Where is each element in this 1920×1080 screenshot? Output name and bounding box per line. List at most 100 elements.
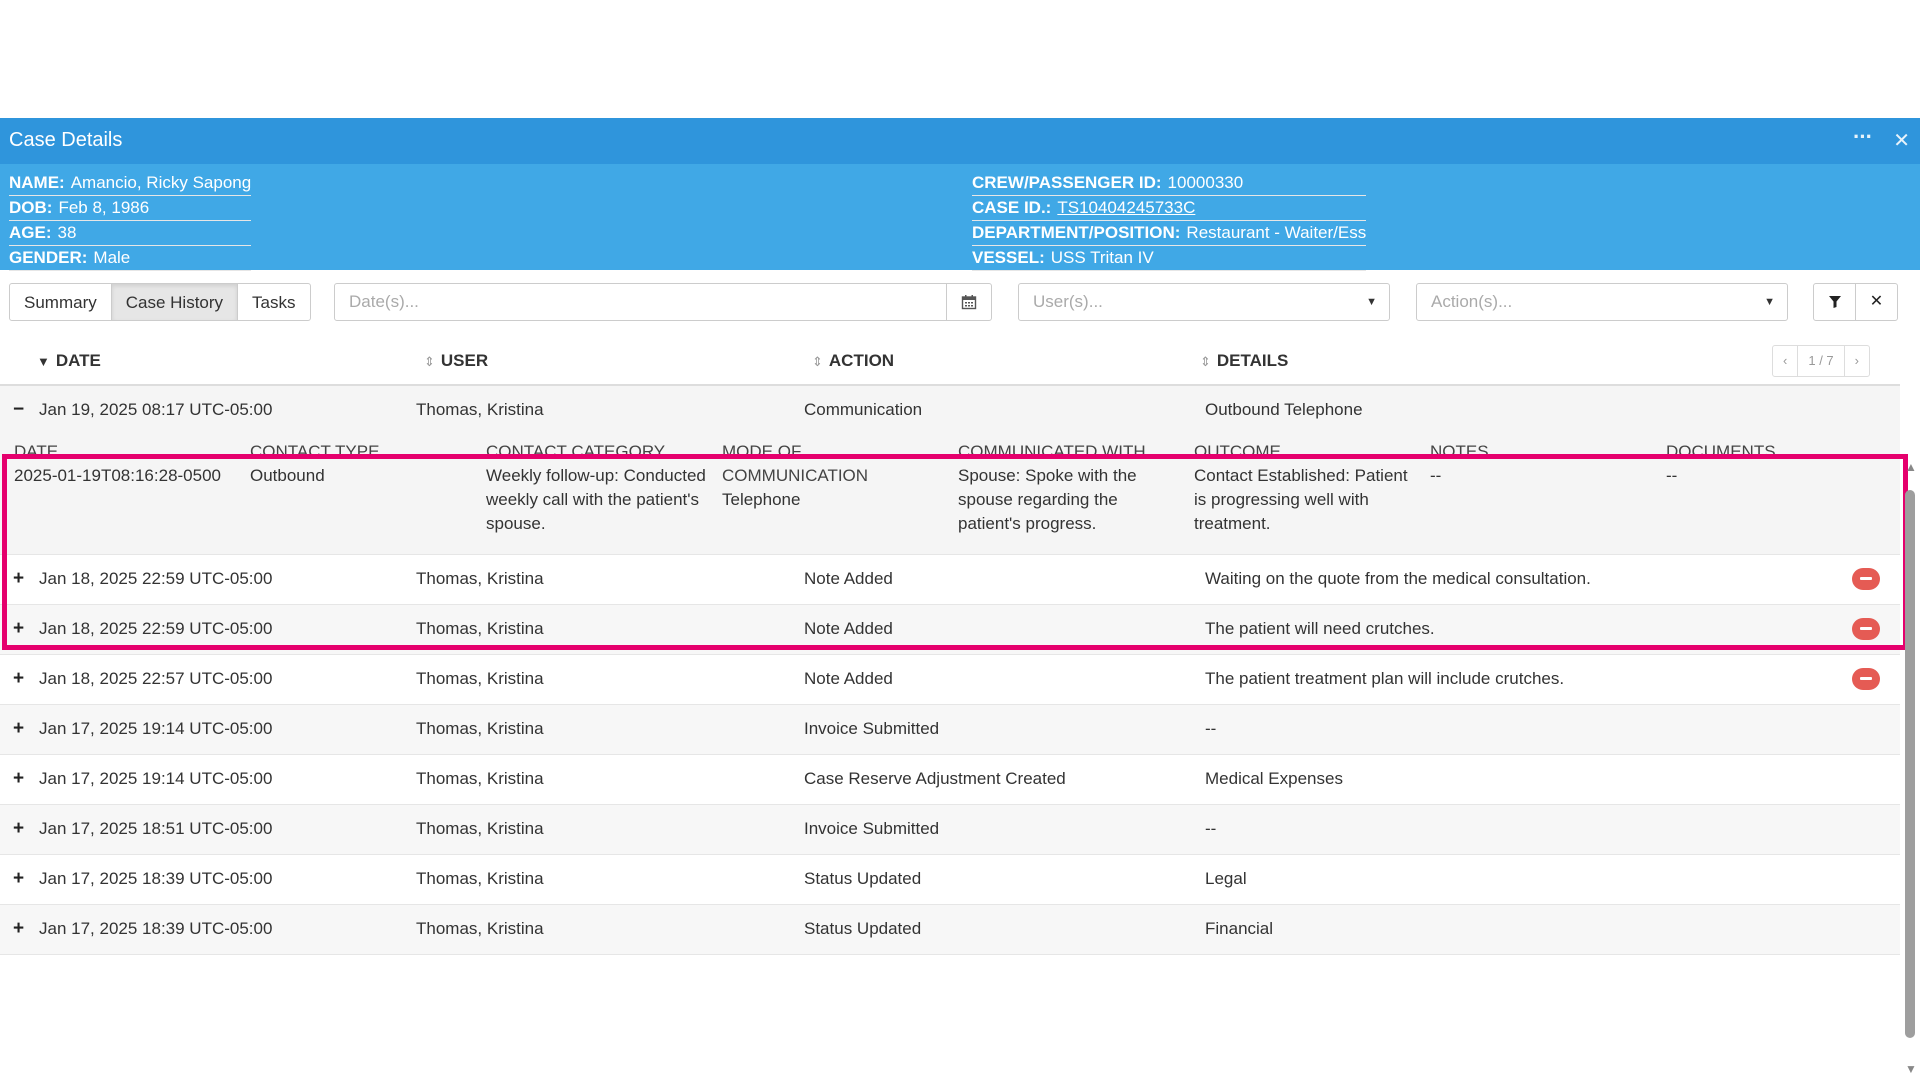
user-filter-placeholder: User(s)...	[1033, 292, 1103, 311]
vessel: USS Tritan IV	[1050, 248, 1154, 267]
row-user: Thomas, Kristina	[416, 719, 544, 738]
row-user: Thomas, Kristina	[416, 869, 544, 888]
sort-desc-icon: ▼	[37, 354, 50, 369]
patient-age: 38	[57, 223, 77, 242]
patient-info-left: NAME: Amancio, Ricky Sapong DOB: Feb 8, 19…	[9, 171, 252, 271]
row-date: Jan 17, 2025 18:51 UTC-05:00	[39, 819, 273, 838]
calendar-icon[interactable]	[946, 284, 991, 320]
detail-label: DATE	[14, 442, 59, 461]
gender-label: GENDER:	[9, 248, 88, 267]
pagination: ‹ 1 / 7 ›	[1772, 345, 1870, 377]
filter-button[interactable]	[1813, 283, 1856, 321]
user-header-label: USER	[440, 351, 489, 370]
tab-bar: Summary Case History Tasks	[9, 283, 311, 321]
crew-id: 10000330	[1167, 173, 1244, 192]
detail-field: NOTES --	[1430, 440, 1650, 488]
table-row[interactable]: + Jan 17, 2025 18:39 UTC-05:00 Thomas, Kri…	[0, 855, 1900, 905]
detail-label: MODE OF COMMUNICATION	[722, 442, 869, 485]
more-icon[interactable]: ···	[1853, 124, 1873, 150]
table-row[interactable]: + Jan 17, 2025 19:14 UTC-05:00 Thomas, Kri…	[0, 755, 1900, 805]
clear-filters-button[interactable]: ✕	[1855, 283, 1898, 321]
detail-label: DOCUMENTS	[1666, 442, 1776, 461]
action-filter-select[interactable]: Action(s)... ▼	[1416, 283, 1788, 321]
tab-tasks[interactable]: Tasks	[237, 283, 311, 321]
remove-note-button[interactable]	[1852, 568, 1880, 590]
row-details: Medical Expenses	[1205, 769, 1343, 788]
details-column-header[interactable]: ⇕ DETAILS	[1200, 351, 1288, 371]
window-title: Case Details	[9, 129, 123, 151]
tab-case-history[interactable]: Case History	[110, 283, 239, 321]
crew-id-label: CREW/PASSENGER ID:	[972, 173, 1162, 192]
table-row[interactable]: + Jan 17, 2025 18:39 UTC-05:00 Thomas, Kri…	[0, 905, 1900, 955]
table-row[interactable]: + Jan 18, 2025 22:59 UTC-05:00 Thomas, Kri…	[0, 555, 1900, 605]
detail-value: Telephone	[722, 490, 801, 509]
next-page-button[interactable]: ›	[1843, 346, 1869, 376]
scrollbar-thumb[interactable]	[1905, 490, 1915, 1038]
expand-icon[interactable]: +	[13, 568, 24, 590]
collapse-icon[interactable]: −	[13, 399, 24, 421]
detail-label: CONTACT TYPE	[250, 442, 380, 461]
remove-note-button[interactable]	[1852, 668, 1880, 690]
close-icon[interactable]: ✕	[1893, 128, 1910, 153]
row-user: Thomas, Kristina	[416, 819, 544, 838]
tab-summary[interactable]: Summary	[9, 283, 112, 321]
date-filter-input[interactable]: Date(s)...	[334, 283, 992, 321]
scroll-up-icon[interactable]: ▲	[1905, 460, 1917, 474]
row-action: Invoice Submitted	[804, 819, 940, 838]
detail-value: Weekly follow-up: Conducted weekly call …	[486, 466, 706, 533]
remove-note-button[interactable]	[1852, 618, 1880, 640]
row-action: Case Reserve Adjustment Created	[804, 769, 1066, 788]
row-details: --	[1205, 819, 1217, 838]
date-column-header[interactable]: ▼ DATE	[37, 351, 101, 371]
row-user: Thomas, Kristina	[416, 919, 544, 938]
patient-gender: Male	[93, 248, 131, 267]
row-user: Thomas, Kristina	[416, 769, 544, 788]
row-details: Outbound Telephone	[1205, 400, 1363, 419]
chevron-down-icon: ▼	[1764, 296, 1775, 308]
row-action: Communication	[804, 400, 923, 419]
sort-icon: ⇕	[1200, 354, 1211, 369]
detail-field: DATE 2025-01-19T08:16:28-0500	[14, 440, 234, 488]
detail-field: OUTCOME Contact Established: Patient is p…	[1194, 440, 1414, 536]
detail-field: CONTACT CATEGORY Weekly follow-up: Conduc…	[486, 440, 706, 536]
detail-value: 2025-01-19T08:16:28-0500	[14, 466, 221, 485]
patient-header: NAME: Amancio, Ricky Sapong DOB: Feb 8, 19…	[0, 164, 1920, 271]
user-filter-select[interactable]: User(s)... ▼	[1018, 283, 1390, 321]
scroll-down-icon[interactable]: ▼	[1905, 1062, 1917, 1076]
detail-field: MODE OF COMMUNICATION Telephone	[722, 440, 872, 512]
table-row[interactable]: + Jan 18, 2025 22:59 UTC-05:00 Thomas, Kri…	[0, 605, 1900, 655]
table-row[interactable]: + Jan 17, 2025 18:51 UTC-05:00 Thomas, Kri…	[0, 805, 1900, 855]
detail-value: Outbound	[250, 466, 325, 485]
table-row[interactable]: +Jan 17, 2025 17:30 UTC-05:00Thomas, Kri…	[0, 955, 1900, 958]
expand-icon[interactable]: +	[13, 668, 24, 690]
department: Restaurant - Waiter/Ess	[1186, 223, 1367, 242]
prev-page-button[interactable]: ‹	[1773, 346, 1797, 376]
table-row-expanded[interactable]: − Jan 19, 2025 08:17 UTC-05:00 Thomas, K…	[0, 386, 1900, 555]
row-user: Thomas, Kristina	[416, 619, 544, 638]
page-indicator: 1 / 7	[1797, 346, 1843, 376]
expand-icon[interactable]: +	[13, 818, 24, 840]
action-column-header[interactable]: ⇕ ACTION	[812, 351, 894, 371]
expand-icon[interactable]: +	[13, 618, 24, 640]
sort-icon: ⇕	[424, 354, 435, 369]
table-row[interactable]: + Jan 18, 2025 22:57 UTC-05:00 Thomas, Kri…	[0, 655, 1900, 705]
row-date: Jan 18, 2025 22:59 UTC-05:00	[39, 569, 273, 588]
row-details: The patient will need crutches.	[1205, 619, 1435, 638]
expand-icon[interactable]: +	[13, 718, 24, 740]
row-details: Financial	[1205, 919, 1274, 938]
case-id-link[interactable]: TS10404245733C	[1057, 198, 1195, 217]
chevron-down-icon: ▼	[1366, 296, 1377, 308]
case-id-label: CASE ID.:	[972, 198, 1052, 217]
age-label: AGE:	[9, 223, 52, 242]
expand-icon[interactable]: +	[13, 918, 24, 940]
row-details: --	[1205, 719, 1217, 738]
row-date: Jan 18, 2025 22:59 UTC-05:00	[39, 619, 273, 638]
table-row[interactable]: + Jan 17, 2025 19:14 UTC-05:00 Thomas, Kri…	[0, 705, 1900, 755]
department-label: DEPARTMENT/POSITION:	[972, 223, 1181, 242]
expand-icon[interactable]: +	[13, 768, 24, 790]
date-header-label: DATE	[55, 351, 101, 370]
expand-icon[interactable]: +	[13, 868, 24, 890]
user-column-header[interactable]: ⇕ USER	[424, 351, 488, 371]
date-filter-placeholder: Date(s)...	[349, 292, 419, 311]
case-details-panel: Case Details ··· ✕ NAME: Amancio, Ricky S…	[0, 118, 1920, 1076]
